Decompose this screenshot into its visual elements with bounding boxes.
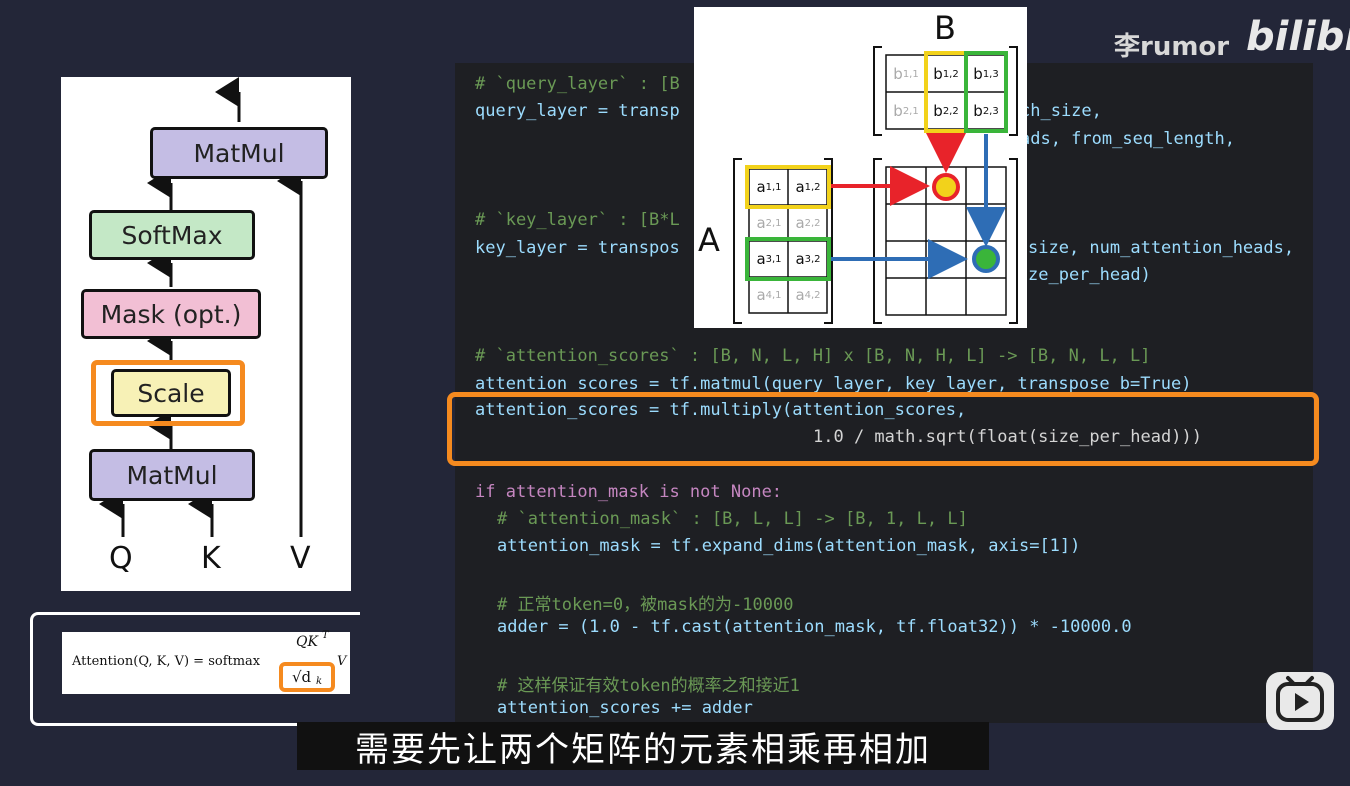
- a-cell-1-1: a 1,1: [756, 178, 782, 196]
- attention-formula: Attention(Q, K, V) = softmax QK T √d k V: [62, 630, 350, 694]
- v-label: V: [290, 541, 311, 576]
- code-line-14: # 正常token=0，被mask的为-10000: [497, 595, 794, 615]
- a-cell-4-1: a 4,1: [756, 286, 782, 304]
- code-line-15: adder = (1.0 - tf.cast(attention_mask, t…: [497, 617, 1132, 637]
- b-cell-2-2: b 2,2: [933, 102, 959, 120]
- code-line-11: if attention_mask is not None:: [475, 482, 783, 502]
- play-icon: [1276, 676, 1324, 722]
- uploader-watermark: 李rumor: [1114, 32, 1230, 62]
- b-cell-1-1: b 1,1: [893, 65, 919, 83]
- code-line-1: # `query_layer` : [B: [475, 74, 680, 94]
- code-line-5-tail: size, num_attention_heads,: [1028, 238, 1295, 258]
- video-subtitle: 需要先让两个矩阵的元素相乘再相加: [297, 722, 989, 770]
- b-cell-1-2: b 1,2: [933, 65, 959, 83]
- a-cell-4-2: a 4,2: [795, 286, 821, 304]
- matmul-top-block: MatMul: [150, 127, 328, 179]
- formula-numerator: QK: [296, 634, 318, 650]
- formula-lhs: Attention(Q, K, V) = softmax: [72, 654, 261, 669]
- softmax-block: SoftMax: [89, 210, 255, 260]
- b-cell-2-3: b 2,3: [973, 102, 999, 120]
- scale-block: Scale: [111, 369, 231, 417]
- k-label: K: [201, 541, 221, 576]
- code-line-10: 1.0 / math.sqrt(float(size_per_head))): [813, 427, 1202, 447]
- code-line-5: key_layer = transpos: [475, 238, 680, 258]
- a-cell-2-2: a 2,2: [795, 214, 821, 232]
- matmul-bottom-block: MatMul: [89, 449, 255, 501]
- a-cell-3-1: a 3,1: [756, 250, 782, 268]
- matrix-illustration: B A a 1,1 a 1,2 a 2,1 a 2,2 a 3,1 a 3,2 …: [694, 7, 1027, 328]
- a-cell-1-2: a 1,2: [795, 178, 821, 196]
- b-cell-2-1: b 2,1: [893, 102, 919, 120]
- code-line-7: # `attention_scores` : [B, N, L, H] x [B…: [475, 346, 1151, 366]
- code-line-4: # `key_layer` : [B*L: [475, 210, 680, 230]
- bilibili-logo: bilibili: [1246, 14, 1350, 60]
- q-label: Q: [109, 541, 133, 576]
- matrix-lines: [733, 46, 1018, 324]
- code-line-6-tail: ze_per_head): [1028, 265, 1151, 285]
- play-button[interactable]: [1266, 672, 1334, 730]
- code-line-16: # 这样保证有效token的概率之和接近1: [497, 676, 800, 696]
- attention-diagram: MatMul SoftMax Mask (opt.) Scale MatMul …: [61, 77, 351, 591]
- denominator-highlight: √d k: [279, 662, 335, 692]
- code-line-3-tail: ads, from_seq_length,: [1020, 129, 1235, 149]
- code-line-2: query_layer = transp: [475, 101, 680, 121]
- formula-tail: V: [337, 654, 347, 669]
- code-line-13: attention_mask = tf.expand_dims(attentio…: [497, 536, 1081, 556]
- formula-denominator: √d: [292, 668, 312, 686]
- code-line-9: attention_scores = tf.multiply(attention…: [475, 400, 967, 420]
- b-cell-1-3: b 1,3: [973, 65, 999, 83]
- formula-sup: T: [322, 630, 329, 641]
- a-cell-3-2: a 3,2: [795, 250, 821, 268]
- mask-block: Mask (opt.): [81, 289, 261, 339]
- code-line-17: attention_scores += adder: [497, 698, 753, 718]
- code-line-8: attention_scores = tf.matmul(query_layer…: [475, 374, 1192, 394]
- code-line-2-tail: ch_size,: [1020, 101, 1102, 121]
- code-line-12: # `attention_mask` : [B, L, L] -> [B, 1,…: [497, 509, 968, 529]
- formula-sub: k: [316, 676, 323, 687]
- a-cell-2-1: a 2,1: [756, 214, 782, 232]
